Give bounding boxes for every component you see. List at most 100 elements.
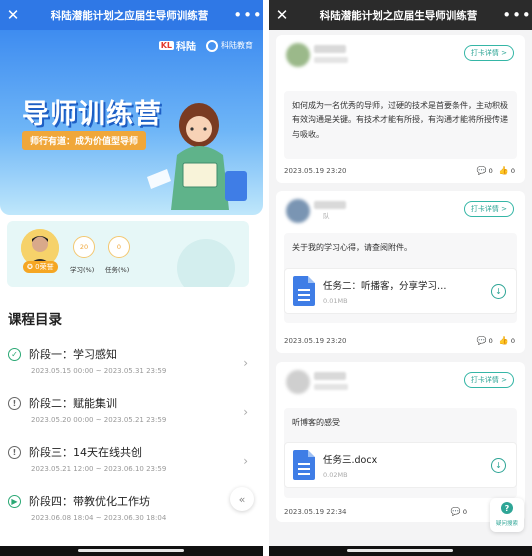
- download-icon[interactable]: ↓: [491, 284, 506, 299]
- title-bar: ✕ 科陆潜能计划之应届生导师训练营 •••: [0, 0, 263, 30]
- home-indicator: [0, 546, 263, 556]
- comment-count: 0: [462, 508, 467, 516]
- comment-button[interactable]: 💬 0: [451, 507, 467, 516]
- hero-banner: KL 科陆 科陆教育 导师训练营 师行有道：成为价值型导师: [0, 30, 263, 215]
- more-icon[interactable]: •••: [502, 6, 532, 24]
- stage-title: 阶段四：带教优化工作坊: [29, 495, 150, 508]
- stage-time: 2023.06.08 18:04 ~ 2023.06.30 18:04: [31, 514, 167, 522]
- stage-title: 阶段一：学习感知: [29, 348, 117, 361]
- avatar[interactable]: [286, 199, 310, 223]
- stage-time: 2023.05.21 12:00 ~ 2023.06.10 23:59: [31, 465, 167, 473]
- pie-chart-icon: [177, 239, 235, 287]
- checkin-detail-button[interactable]: 打卡详情 >: [463, 201, 514, 217]
- stage-item-2[interactable]: ! 阶段二：赋能集训 2023.05.20 00:00 ~ 2023.05.21…: [0, 389, 263, 439]
- honor-badge-text: 0荣誉: [35, 263, 54, 271]
- attachment-file[interactable]: 任务三.docx 0.02MB ↓: [284, 442, 517, 488]
- user-name-blurred: [314, 372, 346, 380]
- post-text: 听博客的感受: [292, 418, 340, 427]
- task-progress-label: 任务(%): [105, 266, 130, 274]
- help-search-button[interactable]: ? 疑问搜索: [490, 498, 524, 532]
- task-progress-ring: 0: [108, 236, 130, 258]
- avatar[interactable]: [286, 43, 310, 67]
- course-catalog-screen: ✕ 科陆潜能计划之应届生导师训练营 ••• KL 科陆 科陆教育 导师训练营 师…: [0, 0, 263, 556]
- honor-badge: ✪ 0荣誉: [23, 261, 58, 273]
- question-icon: ?: [501, 502, 513, 514]
- user-group-blurred: [314, 57, 348, 63]
- more-icon[interactable]: •••: [233, 6, 263, 24]
- checkin-detail-button[interactable]: 打卡详情 >: [463, 372, 514, 388]
- like-button[interactable]: 👍 0: [499, 166, 515, 175]
- chevron-right-icon: ›: [243, 454, 248, 468]
- kelu-logo-text: 科陆: [176, 42, 196, 53]
- checkin-post: 打卡详情 > 听博客的感受 任务三.docx 0.02MB ↓ 2023.05.…: [276, 362, 525, 522]
- medal-icon: ✪: [27, 263, 33, 271]
- post-time: 2023.05.19 23:20: [284, 337, 347, 345]
- checkin-post: 队 打卡详情 > 关于我的学习心得，请查阅附件。 任务二：听播客，分享学习… 0…: [276, 191, 525, 353]
- comment-button[interactable]: 💬 0: [477, 336, 493, 345]
- checkin-detail-button[interactable]: 打卡详情 >: [463, 45, 514, 61]
- stage-item-3[interactable]: ! 阶段三：14天在线共创 2023.05.21 12:00 ~ 2023.06…: [0, 438, 263, 488]
- avatar[interactable]: [286, 370, 310, 394]
- help-search-label: 疑问搜索: [495, 521, 518, 527]
- attachment-file[interactable]: 任务二：听播客，分享学习… 0.01MB ↓: [284, 268, 517, 314]
- study-progress-label: 学习(%): [70, 266, 95, 274]
- thumbs-up-icon: 👍: [498, 166, 509, 175]
- post-text: 关于我的学习心得，请查阅附件。: [292, 243, 412, 252]
- stage-item-1[interactable]: ✓ 阶段一：学习感知 2023.05.15 00:00 ~ 2023.05.31…: [0, 340, 263, 390]
- file-name: 任务二：听播客，分享学习…: [323, 281, 447, 292]
- close-icon[interactable]: ✕: [269, 6, 295, 24]
- stage-item-4[interactable]: ▶ 阶段四：带教优化工作坊 2023.06.08 18:04 ~ 2023.06…: [0, 487, 263, 537]
- alert-circle-icon: !: [8, 397, 21, 410]
- post-actions: 💬 0 👍 0: [477, 336, 515, 345]
- download-icon[interactable]: ↓: [491, 458, 506, 473]
- thumbs-up-icon: 👍: [498, 336, 509, 345]
- stage-title: 阶段三：14天在线共创: [29, 446, 142, 459]
- like-count: 0: [510, 337, 515, 345]
- check-circle-icon: ✓: [8, 348, 21, 361]
- ring-logo-icon: [206, 39, 218, 52]
- hero-subtitle: 师行有道：成为价值型导师: [22, 131, 147, 150]
- checkin-post: 打卡详情 > 如何成为一名优秀的导师，过硬的技术是首要条件，主动积极有效沟通是关…: [276, 35, 525, 183]
- section-title: 课程目录: [8, 312, 62, 328]
- teacher-illustration: [147, 103, 247, 210]
- chevron-right-icon: ›: [243, 405, 248, 419]
- stage-time: 2023.05.20 00:00 ~ 2023.05.21 23:59: [31, 416, 167, 424]
- comment-count: 0: [488, 167, 493, 175]
- kelu-logo-mark: KL: [158, 41, 174, 50]
- post-actions: 💬 0 👍 0: [477, 166, 515, 175]
- comment-icon: 💬: [476, 336, 487, 345]
- document-icon: [293, 450, 315, 480]
- collapse-arrow-icon[interactable]: «: [230, 487, 254, 511]
- file-name: 任务三.docx: [323, 455, 378, 466]
- comment-icon: 💬: [476, 166, 487, 175]
- post-time: 2023.05.19 22:34: [284, 508, 347, 516]
- post-actions: 💬 0: [451, 507, 467, 516]
- alert-circle-icon: !: [8, 446, 21, 459]
- like-button[interactable]: 👍 0: [499, 336, 515, 345]
- kelu-education-logo-text: 科陆教育: [221, 41, 253, 50]
- stage-title: 阶段二：赋能集训: [29, 397, 117, 410]
- post-text: 如何成为一名优秀的导师，过硬的技术是首要条件，主动积极有效沟通是关键。有技术才能…: [284, 91, 517, 159]
- comment-icon: 💬: [450, 507, 461, 516]
- close-icon[interactable]: ✕: [0, 6, 26, 24]
- file-size: 0.01MB: [323, 297, 348, 305]
- comment-button[interactable]: 💬 0: [477, 166, 493, 175]
- post-time: 2023.05.19 23:20: [284, 167, 347, 175]
- title-bar: ✕ 科陆潜能计划之应届生导师训练营 •••: [269, 0, 532, 30]
- user-group: 队: [323, 212, 330, 220]
- kelu-education-logo: 科陆教育: [206, 39, 253, 52]
- learning-stats-card: ✪ 0荣誉 20 学习(%) 0 任务(%): [7, 221, 249, 287]
- checkin-feed-screen: ✕ 科陆潜能计划之应届生导师训练营 ••• 打卡详情 > 如何成为一名优秀的导师…: [269, 0, 532, 556]
- comment-count: 0: [488, 337, 493, 345]
- stage-time: 2023.05.15 00:00 ~ 2023.05.31 23:59: [31, 367, 167, 375]
- study-progress-ring: 20: [73, 236, 95, 258]
- document-icon: [293, 276, 315, 306]
- home-indicator: [269, 546, 532, 556]
- chevron-right-icon: ›: [243, 356, 248, 370]
- file-size: 0.02MB: [323, 471, 348, 479]
- user-name-blurred: [314, 45, 346, 53]
- kelu-logo: KL 科陆: [158, 38, 196, 53]
- like-count: 0: [510, 167, 515, 175]
- user-group-blurred: [314, 384, 348, 390]
- page-title: 科陆潜能计划之应届生导师训练营: [319, 9, 478, 22]
